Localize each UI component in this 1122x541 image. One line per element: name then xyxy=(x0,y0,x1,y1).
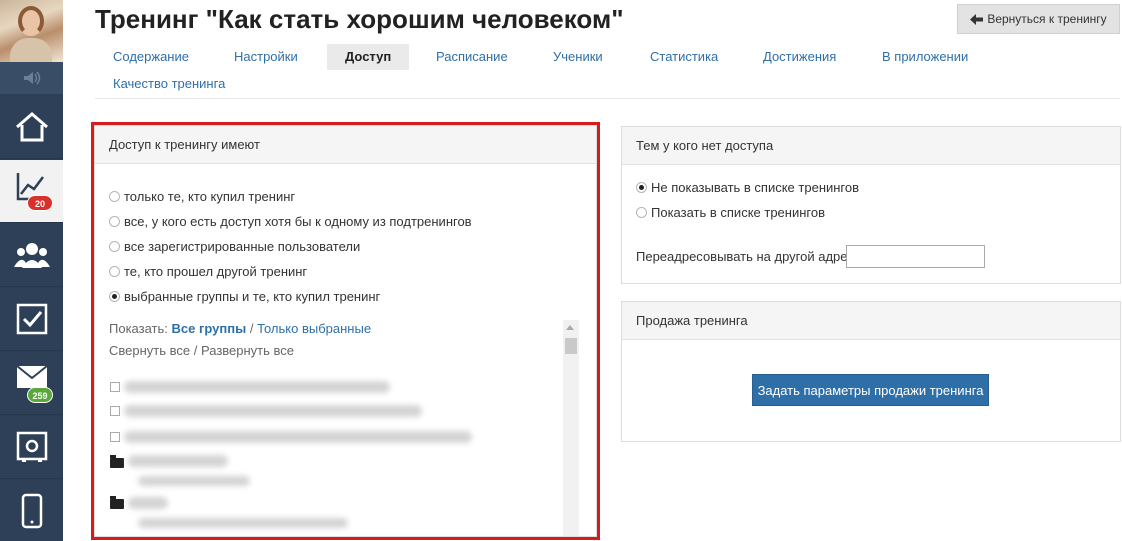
no-access-panel-title: Тем у кого нет доступа xyxy=(622,127,1120,165)
sidebar-item-tasks[interactable] xyxy=(0,288,63,351)
tab-content[interactable]: Содержание xyxy=(95,44,207,70)
sidebar-item-home[interactable] xyxy=(0,96,63,159)
sidebar-item-mobile[interactable] xyxy=(0,480,63,541)
tab-achievements[interactable]: Достижения xyxy=(745,44,854,70)
mail-icon xyxy=(15,365,48,388)
checkbox-icon xyxy=(16,303,47,335)
tab-statistics[interactable]: Статистика xyxy=(632,44,736,70)
avatar-body-shape xyxy=(10,38,52,62)
redirect-url-input[interactable] xyxy=(846,245,985,268)
safe-icon xyxy=(16,431,47,462)
avatar-face-shape xyxy=(18,6,44,36)
no-access-option-show[interactable]: Показать в списке тренингов xyxy=(636,205,825,220)
sidebar-item-stats[interactable]: 20 xyxy=(0,160,63,223)
sidebar-item-safe[interactable] xyxy=(0,416,63,479)
sale-settings-button[interactable]: Задать параметры продажи тренинга xyxy=(752,374,989,406)
tab-students[interactable]: Ученики xyxy=(535,44,621,70)
phone-icon xyxy=(21,493,42,529)
sidebar: 20 259 xyxy=(0,0,63,541)
highlight-frame xyxy=(91,122,600,540)
tab-settings[interactable]: Настройки xyxy=(216,44,316,70)
speaker-icon xyxy=(24,71,41,85)
arrow-left-icon xyxy=(970,13,984,25)
back-to-training-button[interactable]: Вернуться к тренингу xyxy=(957,4,1120,34)
sidebar-collapse-toggle[interactable] xyxy=(0,62,63,94)
sale-panel-title: Продажа тренинга xyxy=(622,302,1120,340)
no-access-option-label: Не показывать в списке тренингов xyxy=(651,180,860,195)
home-icon xyxy=(15,112,48,142)
page-title: Тренинг "Как стать хорошим человеком" xyxy=(95,4,624,34)
no-access-option-label: Показать в списке тренингов xyxy=(651,205,825,220)
back-button-label: Вернуться к тренингу xyxy=(987,12,1107,26)
radio-button[interactable] xyxy=(636,207,647,218)
tab-quality[interactable]: Качество тренинга xyxy=(95,71,243,97)
sidebar-item-mail[interactable]: 259 xyxy=(0,352,63,415)
mail-badge: 259 xyxy=(27,387,53,403)
sale-panel: Продажа тренинга xyxy=(621,301,1121,442)
tab-access[interactable]: Доступ xyxy=(327,44,410,70)
stats-badge: 20 xyxy=(27,195,53,211)
tab-bar: Содержание Настройки Доступ Расписание У… xyxy=(95,44,1120,99)
radio-button-selected[interactable] xyxy=(636,182,647,193)
users-icon xyxy=(13,243,50,268)
redirect-label: Переадресовывать на другой адрес xyxy=(636,249,855,264)
tab-schedule[interactable]: Расписание xyxy=(418,44,526,70)
tab-in-app[interactable]: В приложении xyxy=(864,44,986,70)
avatar[interactable] xyxy=(0,0,63,62)
no-access-option-hide[interactable]: Не показывать в списке тренингов xyxy=(636,180,859,195)
sidebar-item-users[interactable] xyxy=(0,224,63,287)
